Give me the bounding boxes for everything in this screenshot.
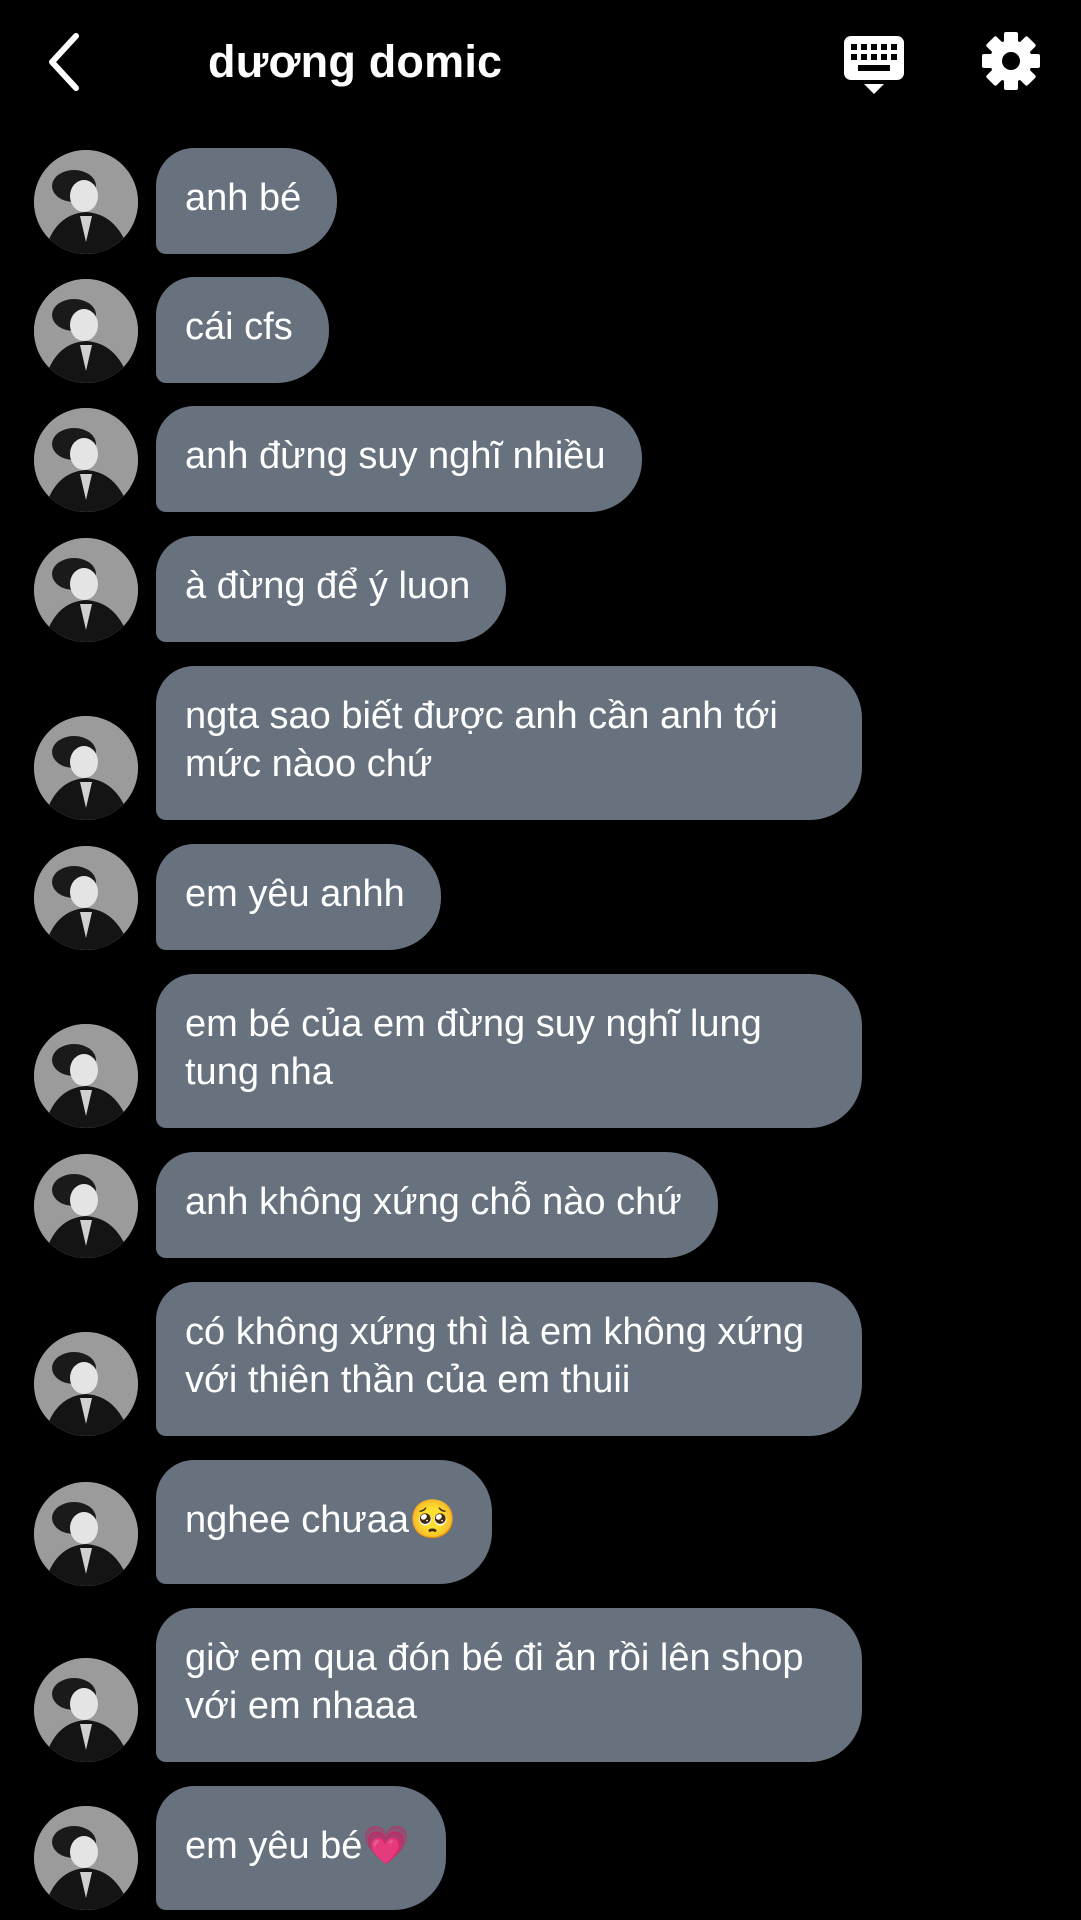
avatar[interactable] [34,1482,138,1586]
avatar[interactable] [34,1332,138,1436]
avatar[interactable] [34,846,138,950]
message-bubble[interactable]: em bé của em đừng suy nghĩ lung tung nha [156,974,862,1128]
avatar[interactable] [34,716,138,820]
avatar[interactable] [34,150,138,254]
message-bubble[interactable]: ngta sao biết được anh cần anh tới mức n… [156,666,862,820]
keyboard-hide-icon [844,36,904,94]
avatar[interactable] [34,1154,138,1258]
message-bubble[interactable]: cái cfs [156,277,329,383]
message-bubble[interactable]: em yêu bé💗 [156,1786,446,1910]
settings-button[interactable] [980,30,1042,92]
chevron-left-icon [49,33,79,91]
back-button[interactable] [40,30,100,94]
avatar[interactable] [34,1806,138,1910]
avatar[interactable] [34,1024,138,1128]
avatar[interactable] [34,538,138,642]
message-bubble[interactable]: anh không xứng chỗ nào chứ [156,1152,718,1258]
message-bubble[interactable]: có không xứng thì là em không xứng với t… [156,1282,862,1436]
avatar[interactable] [34,408,138,512]
keyboard-toggle-button[interactable] [842,34,906,96]
message-bubble[interactable]: nghee chưaa🥺 [156,1460,493,1584]
gear-icon [982,32,1040,90]
message-bubble[interactable]: em yêu anhh [156,844,441,950]
chat-header: dương domic [0,0,1081,130]
avatar[interactable] [34,1658,138,1762]
avatar[interactable] [34,279,138,383]
message-bubble[interactable]: giờ em qua đón bé đi ăn rồi lên shop với… [156,1608,862,1762]
contact-name: dương domic [208,36,503,87]
message-bubble[interactable]: anh bé [156,148,338,254]
message-bubble[interactable]: à đừng để ý luon [156,536,507,642]
message-bubble[interactable]: anh đừng suy nghĩ nhiều [156,406,642,512]
